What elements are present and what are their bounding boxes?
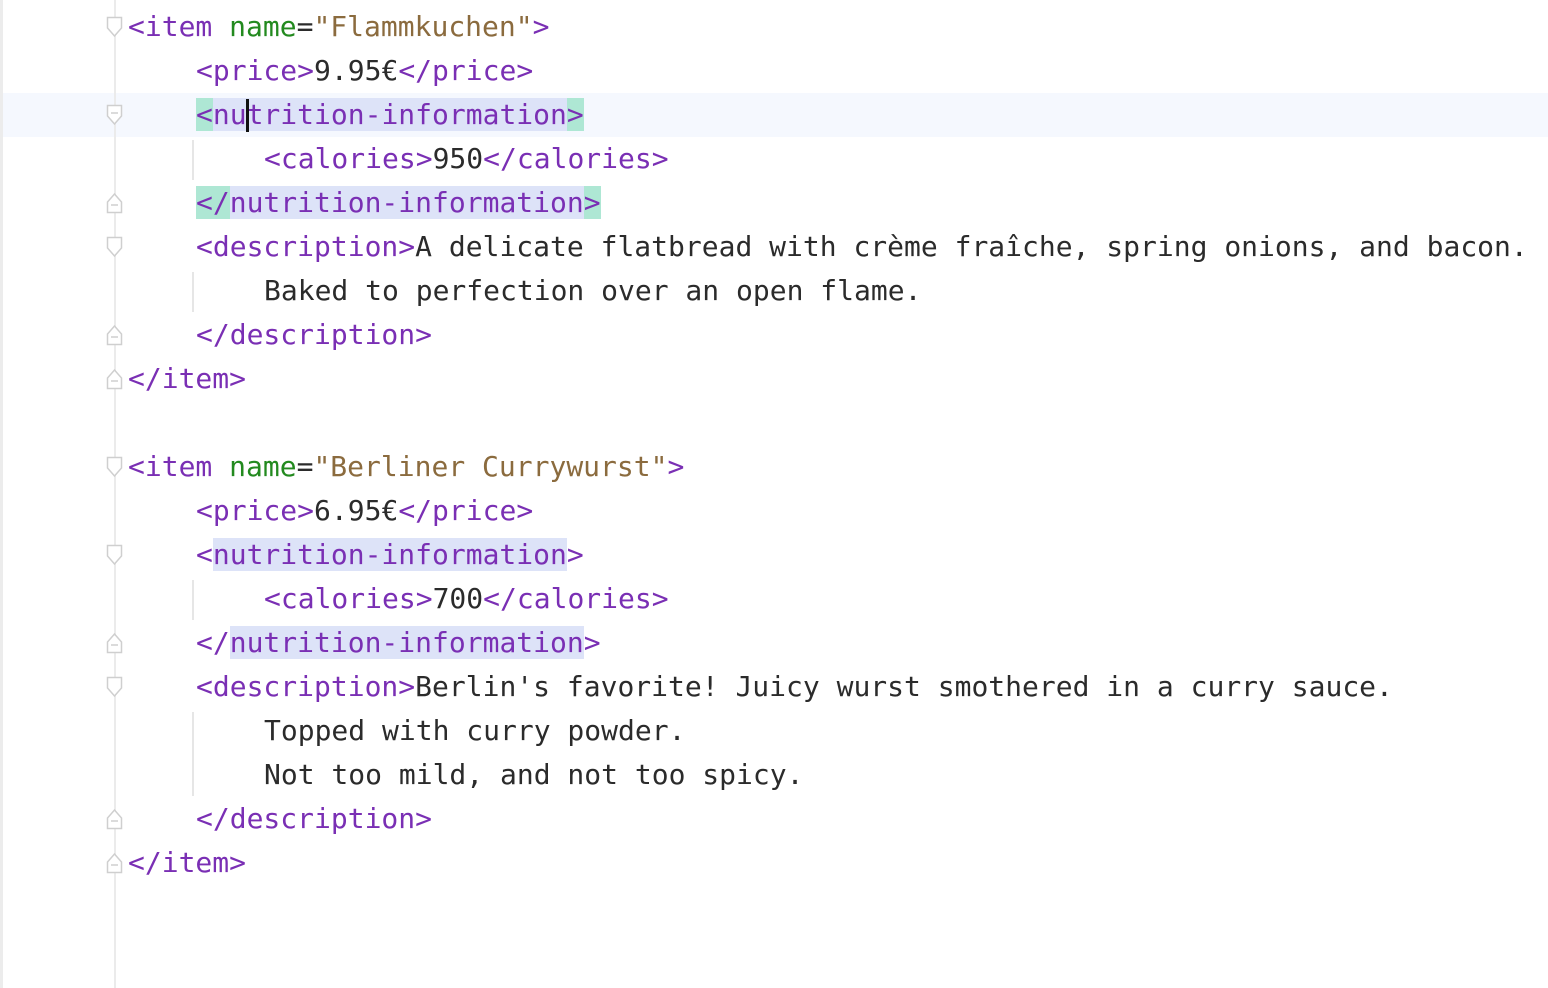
nutrition-tag-name-part-a: nu bbox=[212, 98, 247, 131]
indent-guide bbox=[192, 272, 194, 312]
price-value: 9.95€ bbox=[314, 54, 399, 87]
code-line-15[interactable]: </nutrition-information> bbox=[196, 621, 601, 665]
fold-close-icon[interactable] bbox=[106, 368, 123, 390]
description-close-tag: </description> bbox=[196, 318, 433, 351]
tag-open-bracket: </ bbox=[196, 626, 230, 659]
price-open-tag: <price> bbox=[196, 494, 315, 527]
tag-close-angle: > bbox=[566, 538, 584, 571]
calories-value: 700 bbox=[432, 582, 484, 615]
code-line-5[interactable]: </nutrition-information> bbox=[196, 181, 601, 225]
matched-tag-open-bracket: </ bbox=[196, 186, 230, 219]
code-line-19[interactable]: </description> bbox=[196, 797, 432, 841]
calories-value: 950 bbox=[432, 142, 484, 175]
code-line-3[interactable]: <nutrition-information> bbox=[196, 93, 584, 137]
price-close-tag: </price> bbox=[398, 54, 534, 87]
price-close-tag: </price> bbox=[398, 494, 534, 527]
description-open-tag: <description> bbox=[196, 670, 416, 703]
attribute-name: name bbox=[229, 450, 297, 483]
nutrition-tag-name: nutrition-information bbox=[212, 538, 567, 571]
indent-guide bbox=[192, 140, 194, 180]
calories-close-tag: </calories> bbox=[483, 142, 669, 175]
calories-close-tag: </calories> bbox=[483, 582, 669, 615]
matched-tag-close-bracket: > bbox=[583, 186, 601, 219]
nutrition-tag-name: nutrition-information bbox=[229, 626, 584, 659]
item-open-tag: <item bbox=[128, 450, 213, 483]
code-line-14[interactable]: <calories>700</calories> bbox=[264, 577, 669, 621]
gutter-separator bbox=[114, 0, 116, 988]
price-value: 6.95€ bbox=[314, 494, 399, 527]
description-text: A delicate flatbread with crème fraîche,… bbox=[415, 230, 1528, 263]
code-line-6[interactable]: <description>A delicate flatbread with c… bbox=[196, 225, 1528, 269]
tag-close-angle: > bbox=[532, 10, 550, 43]
description-close-tag: </description> bbox=[196, 802, 433, 835]
tag-close-angle: > bbox=[667, 450, 685, 483]
code-line-12[interactable]: <price>6.95€</price> bbox=[196, 489, 533, 533]
code-line-16[interactable]: <description>Berlin's favorite! Juicy wu… bbox=[196, 665, 1393, 709]
fold-open-icon[interactable] bbox=[106, 676, 123, 698]
price-open-tag: <price> bbox=[196, 54, 315, 87]
fold-close-icon[interactable] bbox=[106, 632, 123, 654]
description-text: Not too mild, and not too spicy. bbox=[264, 758, 804, 791]
code-line-13[interactable]: <nutrition-information> bbox=[196, 533, 584, 577]
matched-tag-close-bracket: > bbox=[566, 98, 584, 131]
attribute-equals: = bbox=[296, 450, 314, 483]
code-line-4[interactable]: <calories>950</calories> bbox=[264, 137, 669, 181]
fold-open-icon[interactable] bbox=[106, 16, 123, 38]
description-open-tag: <description> bbox=[196, 230, 416, 263]
nutrition-tag-name: nutrition-information bbox=[229, 186, 584, 219]
calories-open-tag: <calories> bbox=[264, 582, 433, 615]
fold-open-icon[interactable] bbox=[106, 104, 123, 126]
editor-left-edge bbox=[0, 0, 3, 988]
code-line-17[interactable]: Topped with curry powder. bbox=[264, 709, 685, 753]
code-line-18[interactable]: Not too mild, and not too spicy. bbox=[264, 753, 803, 797]
attribute-equals: = bbox=[296, 10, 314, 43]
code-line-1[interactable]: <item name="Flammkuchen"> bbox=[128, 5, 549, 49]
tag-close-angle: > bbox=[583, 626, 601, 659]
attribute-name: name bbox=[229, 10, 297, 43]
description-text: Topped with curry powder. bbox=[264, 714, 686, 747]
tag-open-bracket: < bbox=[196, 538, 213, 571]
indent-guide bbox=[192, 712, 194, 796]
calories-open-tag: <calories> bbox=[264, 142, 433, 175]
fold-close-icon[interactable] bbox=[106, 192, 123, 214]
attribute-value: "Berliner Currywurst" bbox=[313, 450, 668, 483]
fold-close-icon[interactable] bbox=[106, 852, 123, 874]
item-close-tag: </item> bbox=[128, 846, 247, 879]
attribute-value: "Flammkuchen" bbox=[313, 10, 533, 43]
code-line-20[interactable]: </item> bbox=[128, 841, 246, 885]
fold-close-icon[interactable] bbox=[106, 808, 123, 830]
code-line-9[interactable]: </item> bbox=[128, 357, 246, 401]
code-line-8[interactable]: </description> bbox=[196, 313, 432, 357]
indent-guide bbox=[192, 580, 194, 620]
fold-open-icon[interactable] bbox=[106, 236, 123, 258]
nutrition-tag-name-part-b: trition-information bbox=[246, 98, 567, 131]
fold-open-icon[interactable] bbox=[106, 456, 123, 478]
item-close-tag: </item> bbox=[128, 362, 247, 395]
code-line-2[interactable]: <price>9.95€</price> bbox=[196, 49, 533, 93]
description-text: Baked to perfection over an open flame. bbox=[264, 274, 922, 307]
matched-tag-open-bracket: < bbox=[196, 98, 213, 131]
text-caret bbox=[246, 99, 249, 132]
fold-open-icon[interactable] bbox=[106, 544, 123, 566]
description-text: Berlin's favorite! Juicy wurst smothered… bbox=[415, 670, 1393, 703]
code-editor[interactable]: <item name="Flammkuchen"> <price>9.95€</… bbox=[0, 0, 1548, 988]
item-open-tag: <item bbox=[128, 10, 213, 43]
code-line-7[interactable]: Baked to perfection over an open flame. bbox=[264, 269, 921, 313]
code-line-11[interactable]: <item name="Berliner Currywurst"> bbox=[128, 445, 684, 489]
fold-close-icon[interactable] bbox=[106, 324, 123, 346]
